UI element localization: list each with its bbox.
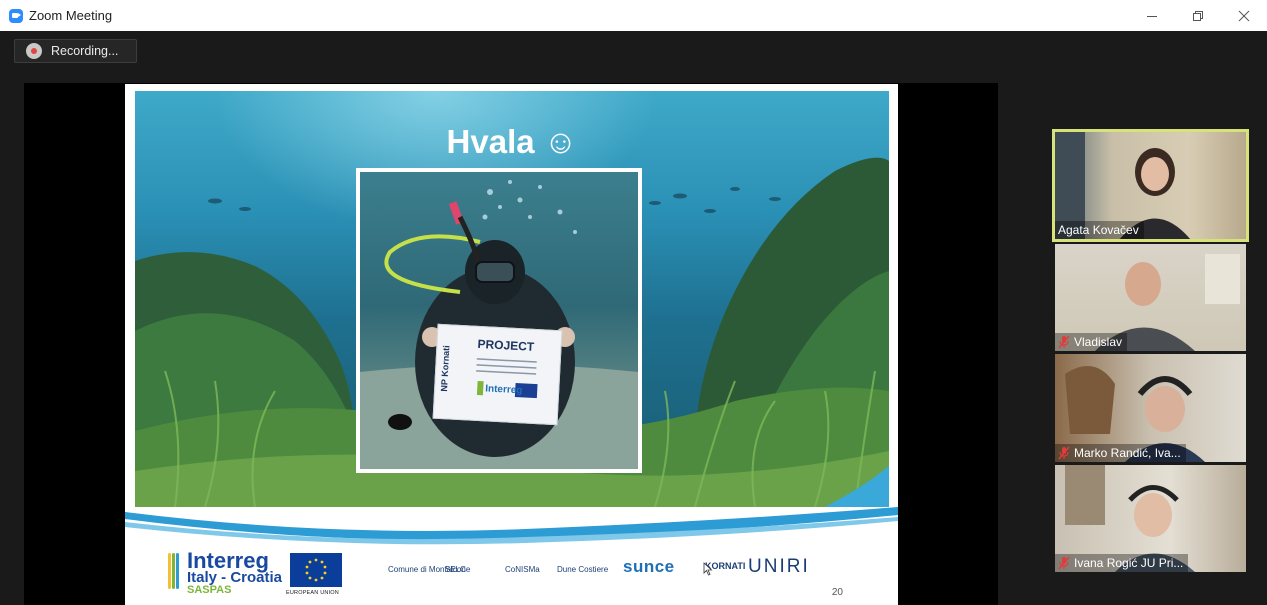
window-controls [1129,0,1267,31]
sign-graphics [476,358,538,399]
window-title: Zoom Meeting [29,8,113,23]
minimize-button[interactable] [1129,0,1175,31]
partner-logo-dune-costiere: Dune Costiere [557,565,609,574]
close-button[interactable] [1221,0,1267,31]
interreg-stripes-icon [168,553,182,589]
participant-tile[interactable]: Ivana Rogić JU Pri... [1055,465,1246,572]
participant-tile[interactable]: Marko Randić, Iva... [1055,354,1246,462]
partner-logo-uniri: UNIRI [748,556,810,577]
sign-side-text: NP Kornati [439,345,452,392]
participant-name-tag: Marko Randić, Iva... [1055,444,1186,462]
participant-name: Ivana Rogić JU Pri... [1074,556,1184,570]
sign-title: PROJECT [477,336,535,354]
presentation-slide: Hvala ☺ PROJECT NP Kornati Interreg Inte… [125,84,898,605]
project-name: SASPAS [187,584,232,596]
diver-photo: PROJECT NP Kornati Interreg [360,172,638,469]
participant-tile-active-speaker[interactable]: Agata Kovačev [1052,129,1249,242]
eu-stars-icon [305,558,327,582]
restore-icon [1193,10,1203,21]
underwater-background-image: Hvala ☺ PROJECT NP Kornati Interreg [135,91,889,507]
recording-label: Recording... [51,44,119,58]
slide-logo-footer: Interreg Italy - Croatia SASPAS EUROPEAN… [125,547,898,605]
diver-photo-frame: PROJECT NP Kornati Interreg [356,168,642,473]
eu-label: EUROPEAN UNION [286,590,339,596]
participant-name-tag: Agata Kovačev [1055,221,1144,239]
participant-name: Marko Randić, Iva... [1074,446,1181,460]
project-sign: PROJECT NP Kornati Interreg [432,323,563,426]
interreg-logo: Interreg Italy - Croatia SASPAS EUROPEAN… [168,548,353,598]
participant-tile[interactable]: Vladislav [1055,244,1246,351]
recording-indicator[interactable]: Recording... [14,39,137,63]
muted-microphone-icon [1058,556,1070,570]
partner-logo-selc: SELC [445,565,466,574]
muted-microphone-icon [1058,335,1070,349]
diver-illustration [360,180,638,469]
participant-name: Agata Kovačev [1058,223,1139,237]
participant-name-tag: Ivana Rogić JU Pri... [1055,554,1189,572]
mouse-cursor-icon [703,562,713,576]
window-titlebar: Zoom Meeting [0,0,1267,31]
slide-wave-decoration [125,507,898,545]
close-icon [1238,10,1250,21]
shared-screen: Hvala ☺ PROJECT NP Kornati Interreg Inte… [24,83,998,605]
slide-page-number: 20 [831,587,843,598]
participant-name-tag: Vladislav [1055,333,1128,351]
participant-name: Vladislav [1074,335,1123,349]
minimize-icon [1147,15,1157,17]
partner-logo-conisma: CoNISMa [505,565,540,574]
restore-button[interactable] [1175,0,1221,31]
sign-logo-text: Interreg [484,383,523,397]
cloud-recording-icon [26,43,42,59]
partner-logo-sunce: sunce [623,557,675,576]
eu-flag-icon [290,553,342,587]
slide-title: Hvala ☺ [446,123,578,160]
muted-microphone-icon [1058,446,1070,460]
zoom-app-icon [9,8,23,23]
meeting-area: Recording... Hvala ☺ PROJECT NP Kornati … [0,31,1267,605]
